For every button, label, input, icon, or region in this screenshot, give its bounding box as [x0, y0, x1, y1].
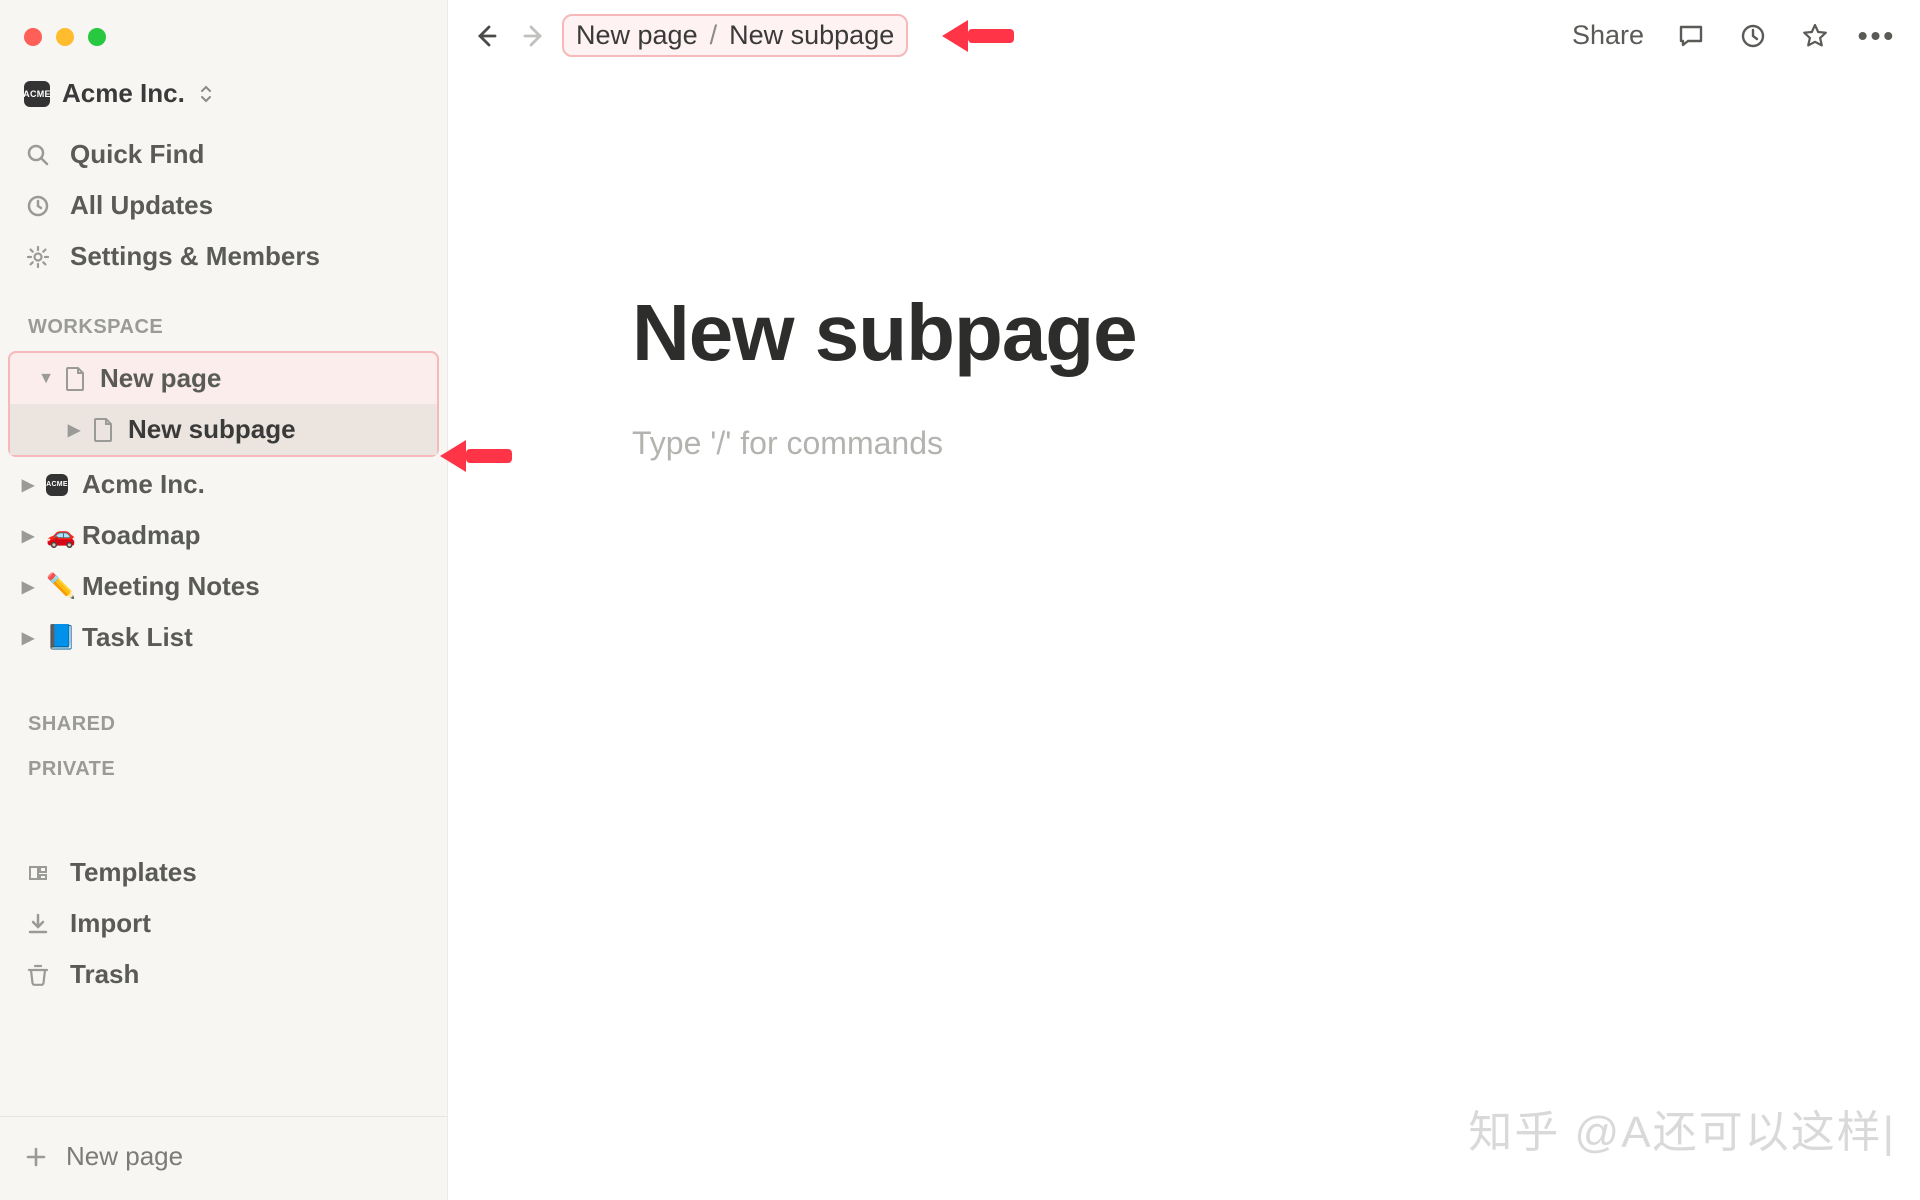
page-label: Acme Inc.: [82, 469, 205, 500]
download-icon: [24, 912, 52, 936]
page-label: Task List: [82, 622, 193, 653]
templates-row[interactable]: Templates: [0, 847, 447, 898]
templates-label: Templates: [70, 857, 197, 888]
page-meeting-notes[interactable]: ▶ ✏️ Meeting Notes: [0, 561, 447, 612]
search-icon: [24, 143, 52, 167]
page-title[interactable]: New subpage: [632, 287, 1748, 379]
chevron-right-icon[interactable]: ▶: [18, 577, 38, 597]
page-label: New subpage: [128, 414, 296, 445]
all-updates-row[interactable]: All Updates: [0, 180, 447, 231]
updates-clock-icon[interactable]: [1738, 21, 1768, 51]
workspace-badge-icon: ACME: [46, 474, 74, 496]
chevron-down-icon[interactable]: ▼: [36, 370, 56, 388]
breadcrumb-separator: /: [710, 20, 718, 51]
workspace-name: Acme Inc.: [62, 78, 185, 109]
page-task-list[interactable]: ▶ 📘 Task List: [0, 612, 447, 663]
page-label: New page: [100, 363, 221, 394]
page-roadmap[interactable]: ▶ 🚗 Roadmap: [0, 510, 447, 561]
workspace-switcher[interactable]: ACME Acme Inc.: [0, 68, 447, 129]
chevron-right-icon[interactable]: ▶: [64, 420, 84, 440]
highlight-annotation-sidebar: ▼ New page ▶ New subpage: [8, 351, 439, 457]
quick-find-label: Quick Find: [70, 139, 204, 170]
window-minimize-dot[interactable]: [56, 28, 74, 46]
more-menu-icon[interactable]: •••: [1862, 21, 1892, 51]
page-icon: [64, 366, 92, 392]
import-label: Import: [70, 908, 151, 939]
trash-label: Trash: [70, 959, 139, 990]
settings-row[interactable]: Settings & Members: [0, 231, 447, 282]
breadcrumb-parent[interactable]: New page: [576, 20, 698, 51]
gear-icon: [24, 245, 52, 269]
import-row[interactable]: Import: [0, 898, 447, 949]
settings-label: Settings & Members: [70, 241, 320, 272]
page-new-subpage[interactable]: ▶ New subpage: [10, 404, 437, 455]
share-button[interactable]: Share: [1572, 20, 1644, 51]
page-label: Meeting Notes: [82, 571, 260, 602]
page-new-page[interactable]: ▼ New page: [10, 353, 437, 404]
chevron-right-icon[interactable]: ▶: [18, 526, 38, 546]
page-acme[interactable]: ▶ ACME Acme Inc.: [0, 459, 447, 510]
editor-placeholder[interactable]: Type '/' for commands: [632, 425, 1748, 462]
nav-buttons: [472, 22, 548, 50]
section-shared: SHARED: [0, 663, 447, 746]
workspace-tree: ▼ New page ▶ New subpage ▶ ACME Acme Inc…: [0, 349, 447, 663]
section-private: PRIVATE: [0, 746, 447, 791]
all-updates-label: All Updates: [70, 190, 213, 221]
page-label: Roadmap: [82, 520, 200, 551]
section-workspace: WORKSPACE: [0, 282, 447, 349]
forward-button[interactable]: [520, 22, 548, 50]
switcher-updown-icon: [197, 85, 215, 103]
comments-icon[interactable]: [1676, 21, 1706, 51]
watermark-text: 知乎 @A还可以这样|: [1468, 1096, 1896, 1160]
breadcrumb-current[interactable]: New subpage: [729, 20, 894, 51]
quick-find-row[interactable]: Quick Find: [0, 129, 447, 180]
chevron-right-icon[interactable]: ▶: [18, 628, 38, 648]
document-body: New subpage Type '/' for commands: [448, 71, 1920, 462]
workspace-badge-icon: ACME: [24, 81, 50, 107]
window-traffic-lights: [0, 0, 447, 68]
back-button[interactable]: [472, 22, 500, 50]
car-icon: 🚗: [46, 521, 74, 550]
window-close-dot[interactable]: [24, 28, 42, 46]
new-page-button[interactable]: New page: [0, 1116, 447, 1200]
favorite-star-icon[interactable]: [1800, 21, 1830, 51]
breadcrumb: New page / New subpage: [562, 14, 908, 57]
chevron-right-icon[interactable]: ▶: [18, 475, 38, 495]
topbar-actions: Share •••: [1572, 20, 1892, 51]
templates-icon: [24, 861, 52, 885]
trash-icon: [24, 963, 52, 987]
new-page-label: New page: [66, 1141, 183, 1172]
plus-icon: [24, 1145, 48, 1169]
sidebar: ACME Acme Inc. Quick Find All Updates Se…: [0, 0, 448, 1200]
main-area: New page / New subpage Share ••• New sub…: [448, 0, 1920, 1200]
pencil-icon: ✏️: [46, 572, 74, 601]
book-icon: 📘: [46, 623, 74, 652]
page-icon: [92, 417, 120, 443]
clock-icon: [24, 194, 52, 218]
topbar: New page / New subpage Share •••: [448, 0, 1920, 71]
trash-row[interactable]: Trash: [0, 949, 447, 1000]
window-zoom-dot[interactable]: [88, 28, 106, 46]
